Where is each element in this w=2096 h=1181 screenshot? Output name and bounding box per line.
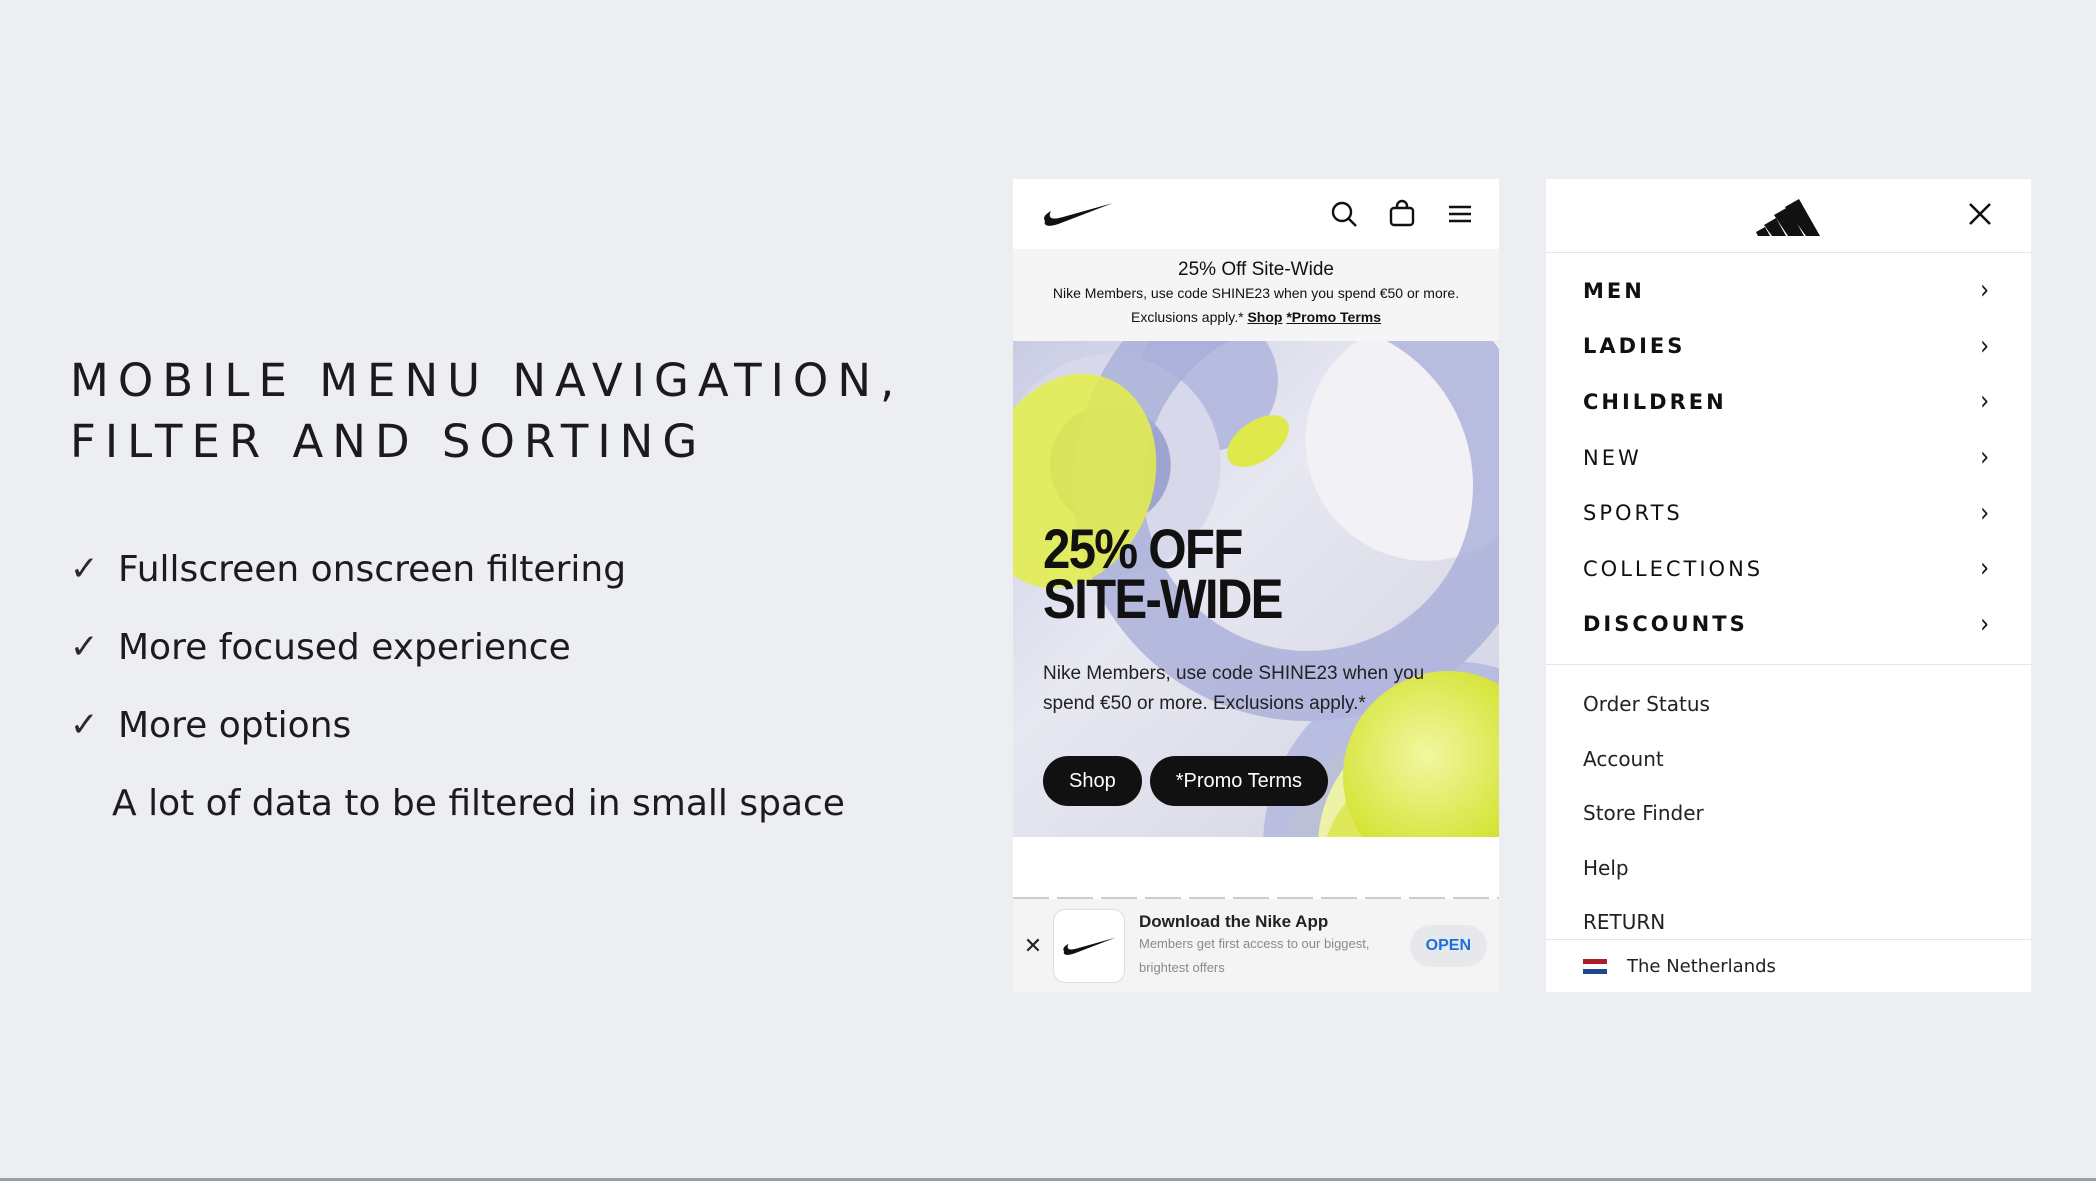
close-icon[interactable]: ✕ <box>1013 933 1053 959</box>
menu-item-ladies[interactable]: LADIES › <box>1546 319 2031 375</box>
country-selector[interactable]: The Netherlands <box>1546 939 2031 992</box>
menu-icon[interactable] <box>1445 199 1475 229</box>
bullet-item: ✓ More options <box>70 686 950 764</box>
app-download-banner: ✕ Download the Nike App Members get firs… <box>1013 899 1499 992</box>
link-account[interactable]: Account <box>1546 732 2031 786</box>
menu-item-new[interactable]: NEW › <box>1546 430 2031 486</box>
chevron-right-icon: › <box>1980 498 1989 529</box>
promo-banner: 25% Off Site-Wide Nike Members, use code… <box>1013 249 1499 341</box>
shop-button[interactable]: Shop <box>1043 756 1142 806</box>
netherlands-flag-icon <box>1583 958 1607 974</box>
hero-headline-line-2: SITE-WIDE <box>1043 567 1284 630</box>
nike-mobile-screen: 25% Off Site-Wide Nike Members, use code… <box>1013 179 1499 992</box>
menu-item-label: MEN <box>1583 278 1645 303</box>
open-app-button[interactable]: OPEN <box>1409 924 1487 967</box>
adidas-header <box>1546 179 2031 253</box>
adidas-mobile-menu: MEN › LADIES › CHILDREN › NEW › SPORTS ›… <box>1546 179 2031 992</box>
hero-headline: 25% OFF SITE-WIDE <box>1043 521 1284 630</box>
chevron-right-icon: › <box>1980 553 1989 584</box>
nike-header-icons <box>1329 199 1475 229</box>
app-banner-text: Download the Nike App Members get first … <box>1139 912 1410 980</box>
promo-exclusions: Exclusions apply.* Shop *Promo Terms <box>1013 309 1499 325</box>
link-help[interactable]: Help <box>1546 840 2031 894</box>
menu-item-label: LADIES <box>1583 334 1686 359</box>
bullet-item: ✓ Fullscreen onscreen filtering <box>70 530 950 608</box>
chevron-right-icon: › <box>1980 442 1989 473</box>
chevron-right-icon: › <box>1980 331 1989 362</box>
bullet-text: Fullscreen onscreen filtering <box>118 548 627 590</box>
promo-shop-link[interactable]: Shop <box>1247 309 1282 325</box>
menu-item-label: COLLECTIONS <box>1583 556 1764 581</box>
app-banner-title: Download the Nike App <box>1139 911 1329 931</box>
app-banner-subtitle: Members get first access to our biggest,… <box>1139 935 1370 975</box>
bullet-text: More options <box>118 704 352 746</box>
secondary-links: Order Status Account Store Finder Help R… <box>1546 665 2031 949</box>
slide-title-line-2: FILTER AND SORTING <box>70 415 707 468</box>
check-icon: ✓ <box>70 705 99 745</box>
nike-logo-icon[interactable] <box>1041 199 1115 229</box>
adidas-logo-icon[interactable] <box>1756 196 1820 242</box>
chevron-right-icon: › <box>1980 386 1989 417</box>
bullet-note: A lot of data to be filtered in small sp… <box>112 782 845 824</box>
bullet-list: ✓ Fullscreen onscreen filtering ✓ More f… <box>70 530 950 842</box>
bag-icon[interactable] <box>1387 199 1417 229</box>
check-icon: ✓ <box>70 627 99 667</box>
promo-terms-link[interactable]: *Promo Terms <box>1286 309 1381 325</box>
chevron-right-icon: › <box>1980 275 1989 306</box>
menu-item-label: DISCOUNTS <box>1583 612 1748 637</box>
bullet-item: ✓ More focused experience <box>70 608 950 686</box>
search-icon[interactable] <box>1329 199 1359 229</box>
menu-item-label: NEW <box>1583 445 1642 470</box>
promo-title: 25% Off Site-Wide <box>1178 259 1334 280</box>
promo-exclusions-text: Exclusions apply.* <box>1130 309 1244 325</box>
menu-item-sports[interactable]: SPORTS › <box>1546 485 2031 541</box>
country-label: The Netherlands <box>1627 955 1776 977</box>
promo-description: Nike Members, use code SHINE23 when you … <box>1052 285 1460 301</box>
menu-item-collections[interactable]: COLLECTIONS › <box>1546 541 2031 597</box>
chevron-right-icon: › <box>1980 609 1989 640</box>
hero-copy: Nike Members, use code SHINE23 when you … <box>1043 663 1425 714</box>
menu-item-discounts[interactable]: DISCOUNTS › <box>1546 597 2031 653</box>
nike-app-icon <box>1053 908 1125 983</box>
bullet-text: More focused experience <box>118 626 571 668</box>
link-order-status[interactable]: Order Status <box>1546 677 2031 731</box>
slide-title: MOBILE MENU NAVIGATION, FILTER AND SORTI… <box>70 350 970 472</box>
menu-item-label: SPORTS <box>1583 501 1683 526</box>
menu-item-label: CHILDREN <box>1583 389 1727 414</box>
close-icon[interactable] <box>1965 199 1995 233</box>
slide-title-line-1: MOBILE MENU NAVIGATION, <box>70 354 904 407</box>
promo-terms-button[interactable]: *Promo Terms <box>1149 756 1329 806</box>
nike-header <box>1013 179 1499 249</box>
menu-item-men[interactable]: MEN › <box>1546 263 2031 319</box>
hero-buttons: Shop *Promo Terms <box>1043 756 1329 806</box>
hero-banner: 25% OFF SITE-WIDE Nike Members, use code… <box>1013 341 1499 837</box>
link-store-finder[interactable]: Store Finder <box>1546 786 2031 840</box>
menu-item-children[interactable]: CHILDREN › <box>1546 374 2031 430</box>
check-icon: ✓ <box>70 549 99 589</box>
category-menu: MEN › LADIES › CHILDREN › NEW › SPORTS ›… <box>1546 253 2031 652</box>
